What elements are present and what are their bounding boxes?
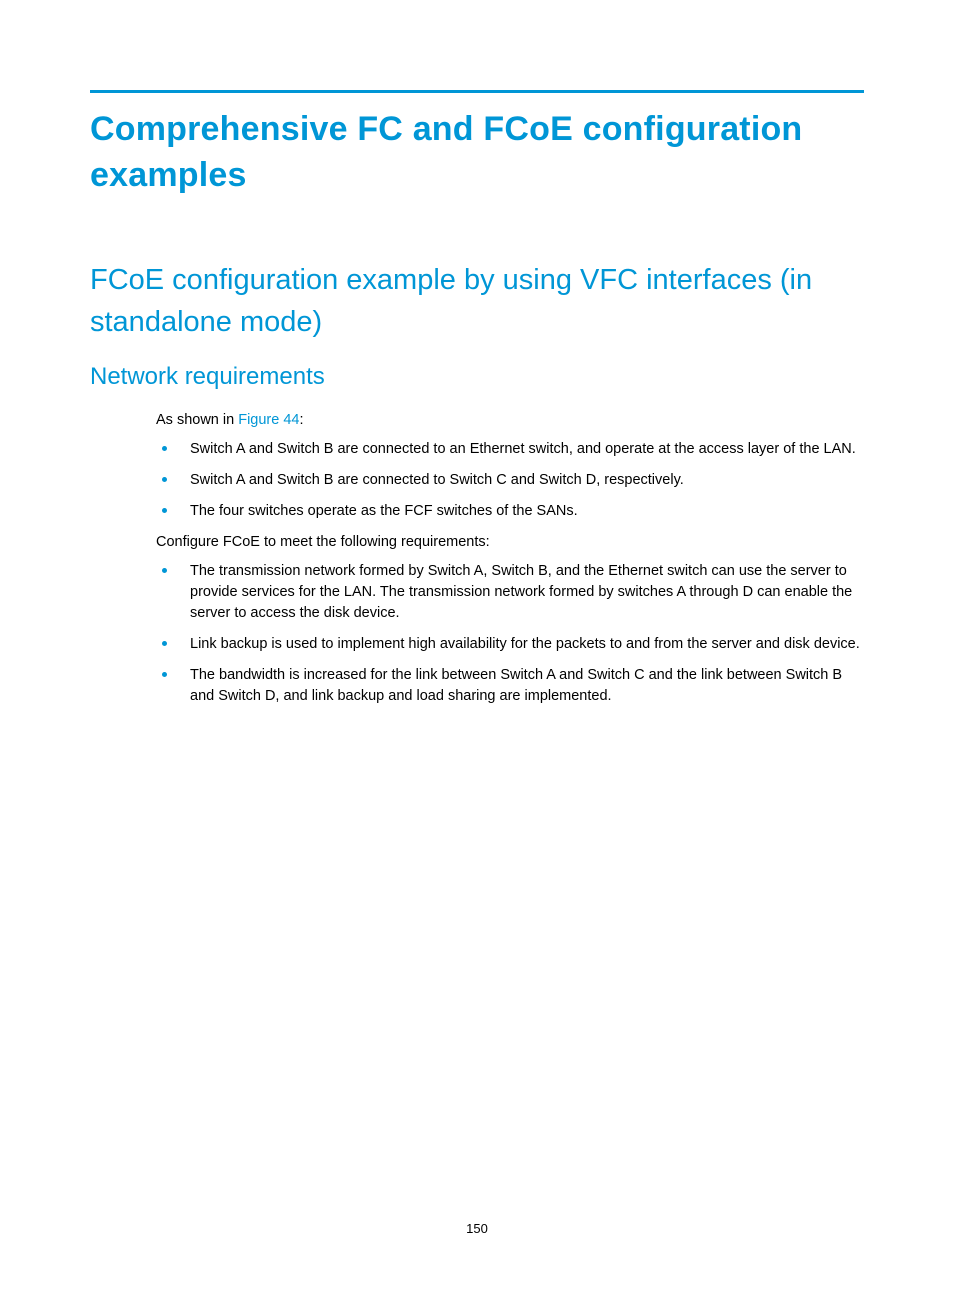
intro-prefix: As shown in: [156, 412, 238, 428]
list-item: The four switches operate as the FCF swi…: [156, 501, 864, 522]
bullet-list-2: The transmission network formed by Switc…: [156, 561, 864, 707]
section-rule: [90, 90, 864, 93]
heading-1: Comprehensive FC and FCoE configuration …: [90, 107, 864, 199]
list-item: The bandwidth is increased for the link …: [156, 665, 864, 707]
bullet-list-1: Switch A and Switch B are connected to a…: [156, 439, 864, 522]
page-number: 150: [0, 1221, 954, 1236]
body-content: As shown in Figure 44: Switch A and Swit…: [156, 410, 864, 707]
heading-2: FCoE configuration example by using VFC …: [90, 259, 864, 343]
list-item: Switch A and Switch B are connected to a…: [156, 439, 864, 460]
heading-3: Network requirements: [90, 361, 864, 392]
page: Comprehensive FC and FCoE configuration …: [0, 0, 954, 1296]
list-item: Switch A and Switch B are connected to S…: [156, 470, 864, 491]
list-item: Link backup is used to implement high av…: [156, 634, 864, 655]
paragraph-2: Configure FCoE to meet the following req…: [156, 532, 864, 553]
intro-paragraph: As shown in Figure 44:: [156, 410, 864, 431]
list-item: The transmission network formed by Switc…: [156, 561, 864, 624]
figure-link[interactable]: Figure 44: [238, 412, 299, 428]
intro-suffix: :: [299, 412, 303, 428]
